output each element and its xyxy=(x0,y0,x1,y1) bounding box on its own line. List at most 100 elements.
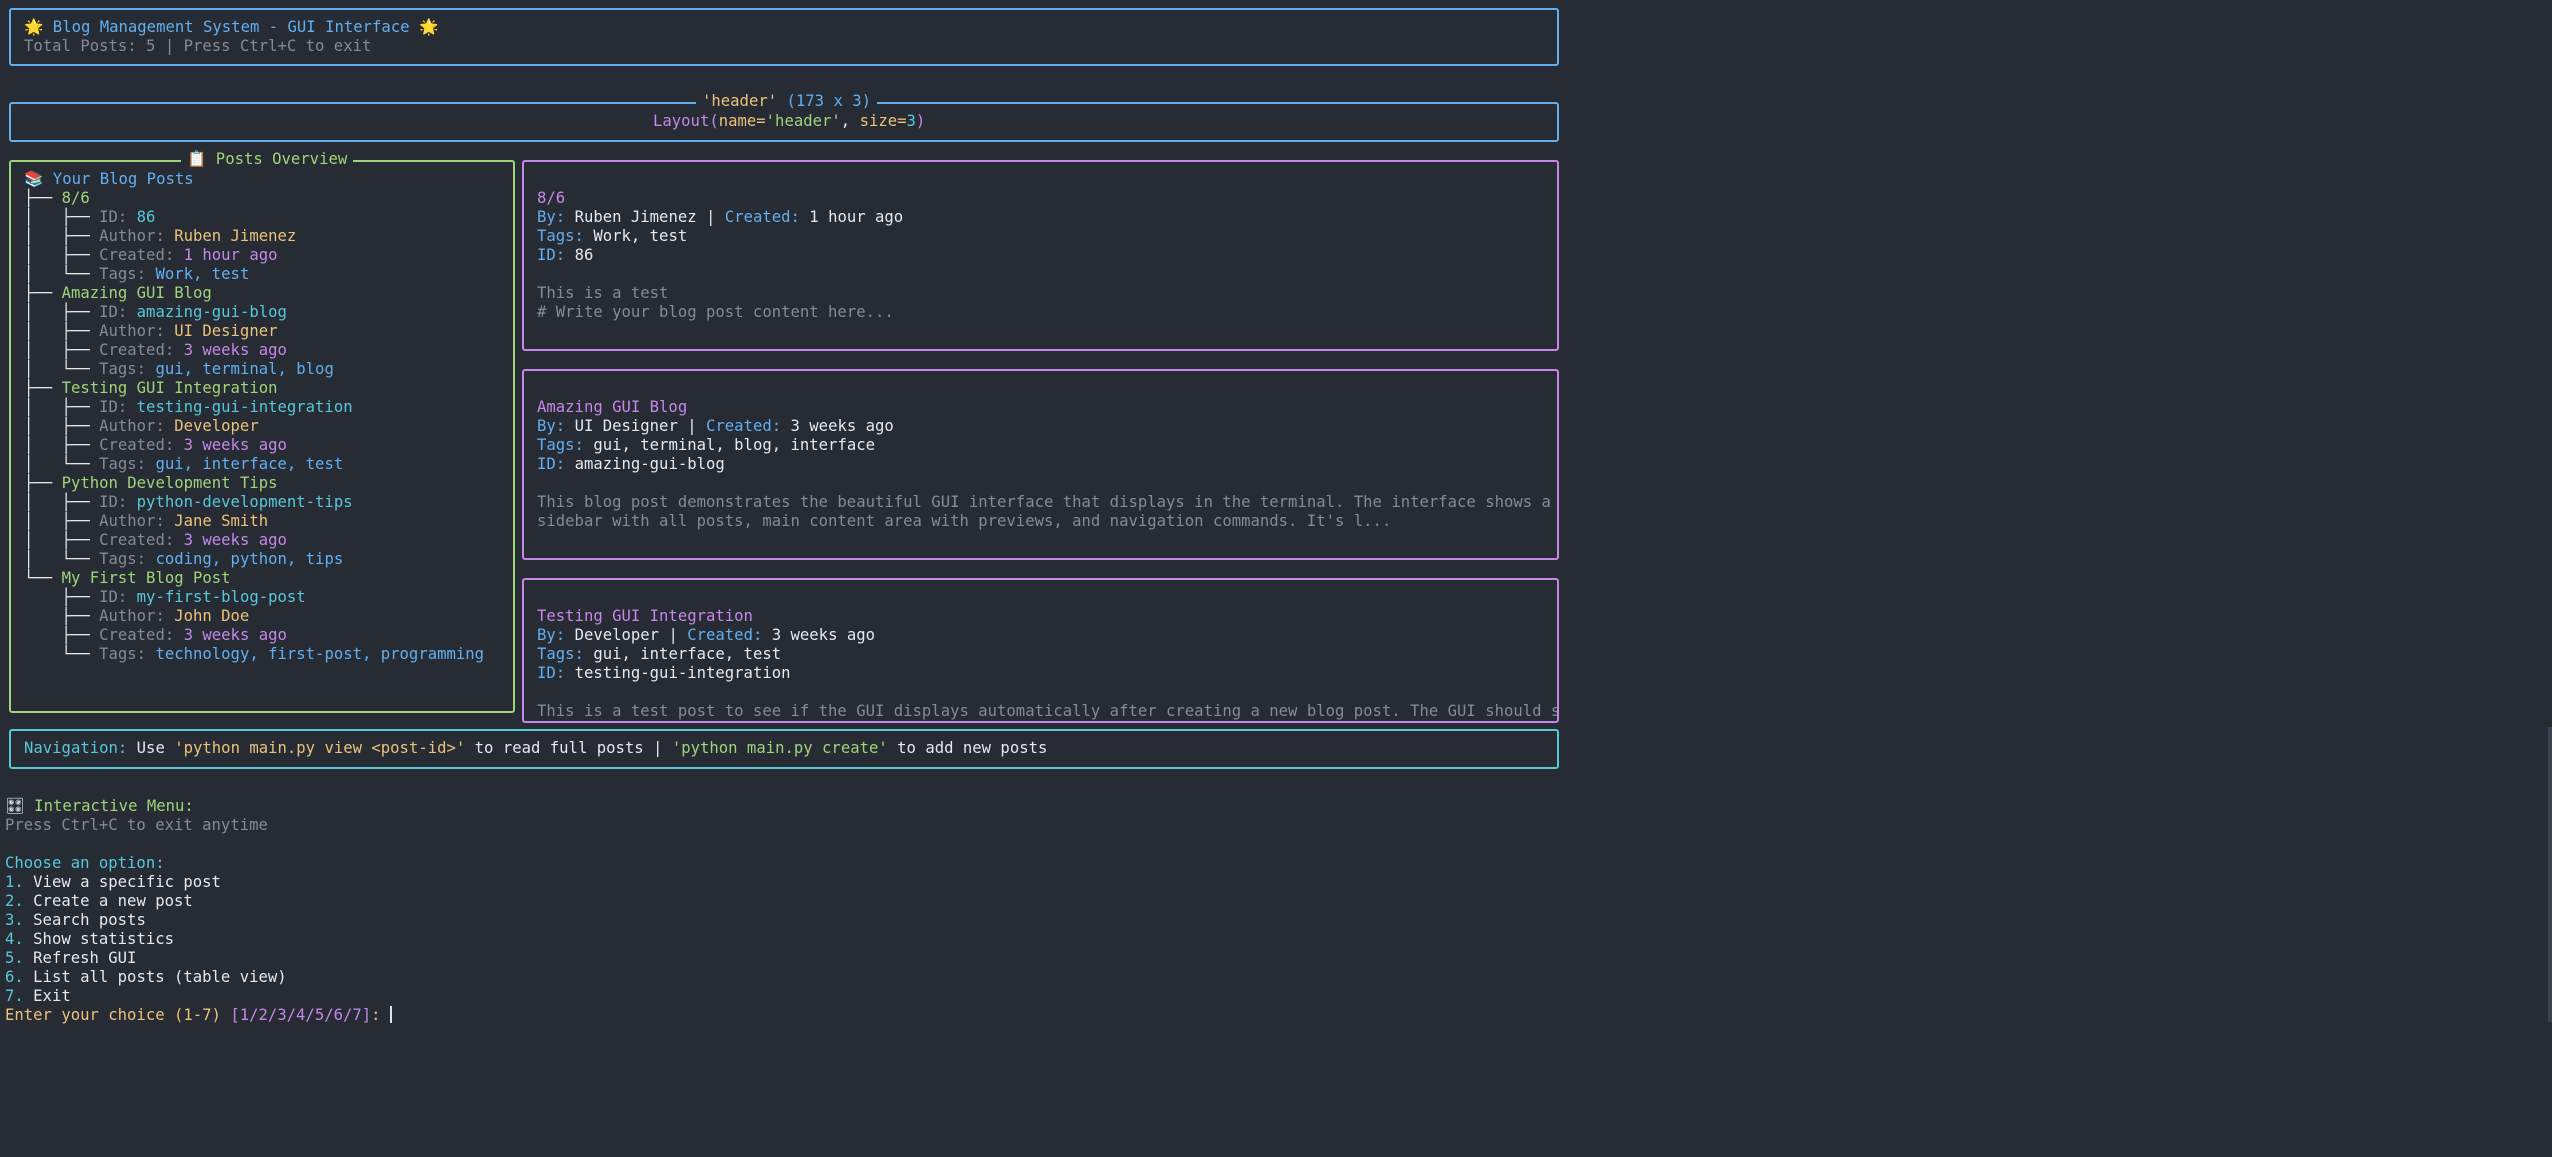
tree-field-value: gui, interface, test xyxy=(155,455,344,473)
tree-field-value: Ruben Jimenez xyxy=(174,227,297,245)
layout-title-dims: (173 x 3) xyxy=(786,92,872,110)
layout-repr-size-val: 3 xyxy=(906,112,916,130)
menu-option[interactable]: 4. Show statistics xyxy=(5,930,174,949)
navigation-mid: to read full posts | xyxy=(465,739,672,757)
layout-repr-sep: , xyxy=(840,112,860,130)
menu-option-number: 5. xyxy=(5,949,24,967)
card-sep: | xyxy=(696,208,725,226)
tree-field-value: 1 hour ago xyxy=(183,246,278,264)
choice-input[interactable]: Enter your choice (1-7) [1/2/3/4/5/6/7]: xyxy=(5,1006,392,1025)
tree-field-label: Tags: xyxy=(99,360,156,378)
tree-post-title: 8/6 xyxy=(61,189,90,207)
tree-field-value: technology, first-post, programming xyxy=(155,645,485,663)
tree-branch: ├── xyxy=(24,626,100,644)
menu-option-number: 4. xyxy=(5,930,24,948)
layout-title-name: 'header' xyxy=(702,92,778,110)
menu-option-label: Search posts xyxy=(23,911,146,929)
menu-option[interactable]: 1. View a specific post xyxy=(5,873,221,892)
tree-post-title: Testing GUI Integration xyxy=(61,379,278,397)
app-subtitle: Total Posts: 5 | Press Ctrl+C to exit xyxy=(24,37,372,55)
card-created: 1 hour ago xyxy=(809,208,904,226)
tree-post[interactable]: ├── Python Development Tips xyxy=(24,474,278,493)
card-id-label: ID: xyxy=(537,664,575,682)
menu-option[interactable]: 3. Search posts xyxy=(5,911,146,930)
tree-field-value: Developer xyxy=(174,417,259,435)
choice-prompt: Enter your choice (1-7) xyxy=(5,1006,221,1024)
tree-field-value: 86 xyxy=(136,208,156,226)
card-tags: gui, interface, test xyxy=(593,645,782,663)
layout-panel-title: 'header' (173 x 3) xyxy=(696,92,877,111)
navigation-use: Use xyxy=(127,739,175,757)
card-id-row: ID: 86 xyxy=(537,246,593,265)
menu-option[interactable]: 6. List all posts (table view) xyxy=(5,968,287,987)
tree-field-value: 3 weeks ago xyxy=(183,626,287,644)
tree-field-label: Created: xyxy=(99,341,184,359)
tree-field-label: Author: xyxy=(99,417,175,435)
tree-post[interactable]: ├── 8/6 xyxy=(24,189,90,208)
card-title[interactable]: 8/6 xyxy=(537,189,565,208)
tree-field-label: ID: xyxy=(99,398,137,416)
card-id-row: ID: testing-gui-integration xyxy=(537,664,791,683)
tree-field-label: Tags: xyxy=(99,265,156,283)
tree-field-value: amazing-gui-blog xyxy=(136,303,287,321)
card-id-label: ID: xyxy=(537,455,575,473)
tree-field-created: │ ├── Created: 3 weeks ago xyxy=(24,531,287,550)
tree-field-author: ├── Author: John Doe xyxy=(24,607,250,626)
menu-option[interactable]: 2. Create a new post xyxy=(5,892,193,911)
menu-title: 🎛 Interactive Menu: xyxy=(5,797,194,816)
menu-option-label: Show statistics xyxy=(23,930,174,948)
menu-option-number: 3. xyxy=(5,911,24,929)
tree-field-value: UI Designer xyxy=(174,322,278,340)
card-tags: gui, terminal, blog, interface xyxy=(593,436,875,454)
card-tags-row: Tags: gui, interface, test xyxy=(537,645,781,664)
post-preview-card[interactable]: Testing GUI Integration By: Developer | C… xyxy=(522,578,1559,723)
tree-field-id: │ ├── ID: amazing-gui-blog xyxy=(24,303,287,322)
tree-field-label: Tags: xyxy=(99,645,156,663)
menu-option-label: Exit xyxy=(23,987,71,1005)
posts-overview-title: 📋 Posts Overview xyxy=(181,150,354,169)
card-author: UI Designer xyxy=(574,417,678,435)
tree-branch: ├── xyxy=(24,379,62,397)
tree-field-created: │ ├── Created: 1 hour ago xyxy=(24,246,278,265)
card-title[interactable]: Amazing GUI Blog xyxy=(537,398,687,417)
post-preview-card[interactable]: 8/6 By: Ruben Jimenez | Created: 1 hour a… xyxy=(522,160,1559,351)
tree-post[interactable]: ├── Amazing GUI Blog xyxy=(24,284,212,303)
menu-option-number: 2. xyxy=(5,892,24,910)
tree-field-value: Work, test xyxy=(155,265,250,283)
tree-branch: │ ├── xyxy=(24,417,100,435)
tree-field-tags: │ └── Tags: gui, terminal, blog xyxy=(24,360,334,379)
tree-field-label: ID: xyxy=(99,303,137,321)
menu-option[interactable]: 5. Refresh GUI xyxy=(5,949,136,968)
card-created-label: Created: xyxy=(687,626,772,644)
menu-option[interactable]: 7. Exit xyxy=(5,987,71,1006)
tree-field-label: ID: xyxy=(99,493,137,511)
title-panel: 🌟 Blog Management System - GUI Interface… xyxy=(9,8,1559,66)
tree-field-label: Author: xyxy=(99,322,175,340)
tree-field-author: │ ├── Author: Jane Smith xyxy=(24,512,268,531)
menu-option-label: List all posts (table view) xyxy=(23,968,287,986)
card-tags-label: Tags: xyxy=(537,227,594,245)
tree-field-label: Created: xyxy=(99,436,184,454)
card-id: amazing-gui-blog xyxy=(574,455,725,473)
card-title[interactable]: Testing GUI Integration xyxy=(537,607,753,626)
tree-field-value: my-first-blog-post xyxy=(136,588,306,606)
navigation-panel: Navigation: Use 'python main.py view <po… xyxy=(9,729,1559,769)
tree-field-label: Tags: xyxy=(99,550,156,568)
navigation-end: to add new posts xyxy=(887,739,1048,757)
tree-field-label: Author: xyxy=(99,512,175,530)
card-sep: | xyxy=(659,626,688,644)
tree-field-created: ├── Created: 3 weeks ago xyxy=(24,626,287,645)
post-preview-card[interactable]: Amazing GUI Blog By: UI Designer | Create… xyxy=(522,369,1559,560)
tree-branch: │ ├── xyxy=(24,208,100,226)
tree-field-tags: │ └── Tags: coding, python, tips xyxy=(24,550,343,569)
card-tags-row: Tags: gui, terminal, blog, interface xyxy=(537,436,875,455)
layout-repr-prefix: Layout( xyxy=(653,112,719,130)
menu-option-label: View a specific post xyxy=(23,873,221,891)
tree-post[interactable]: └── My First Blog Post xyxy=(24,569,231,588)
card-by-label: By: xyxy=(537,626,575,644)
tree-post-title: Amazing GUI Blog xyxy=(61,284,212,302)
posts-overview-panel: 📋 Posts Overview 📚 Your Blog Posts ├── 8… xyxy=(9,150,515,713)
card-meta: By: UI Designer | Created: 3 weeks ago xyxy=(537,417,894,436)
scrollbar[interactable] xyxy=(2548,727,2552,1022)
tree-post[interactable]: ├── Testing GUI Integration xyxy=(24,379,278,398)
